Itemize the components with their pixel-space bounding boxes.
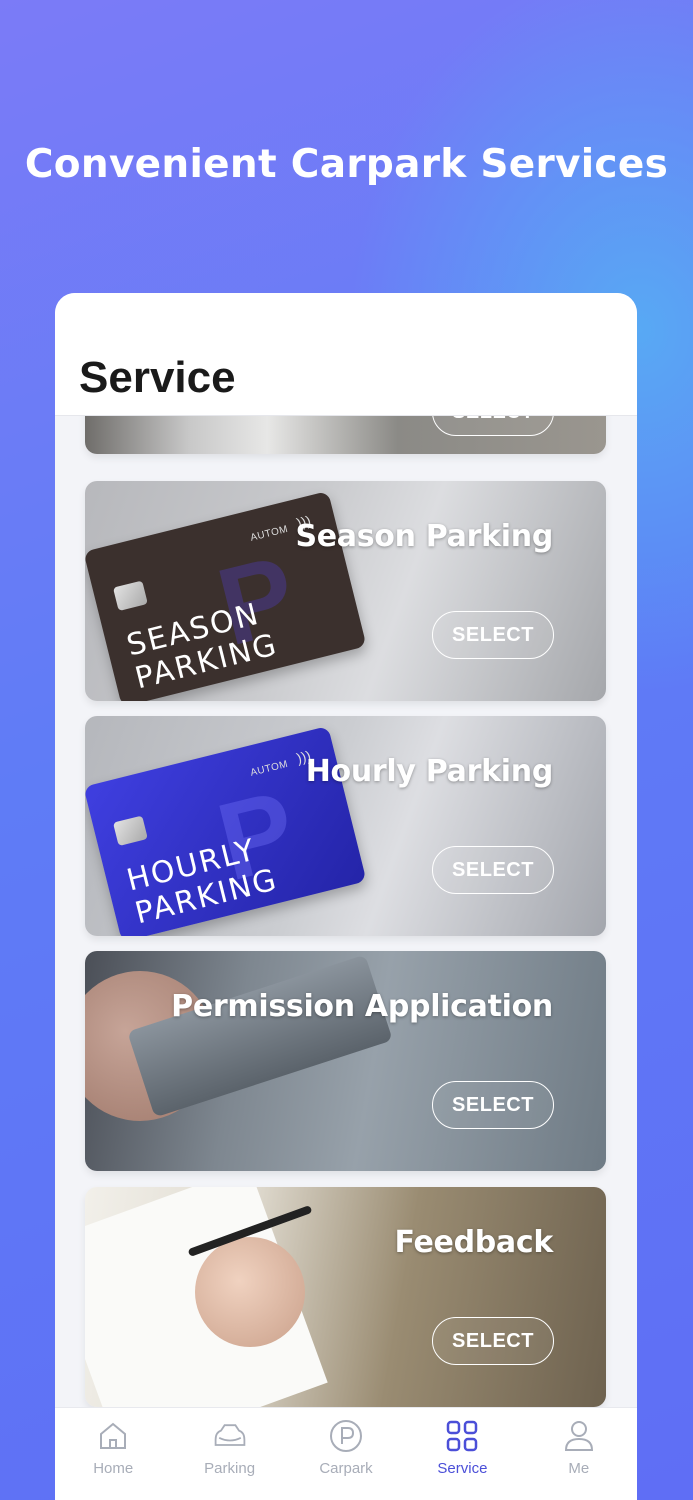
select-button[interactable]: SELECT xyxy=(432,1317,554,1365)
car-icon xyxy=(214,1424,245,1446)
phone-screen: Service SELECT AUTOM ))) P SEASONPARKING… xyxy=(55,293,637,1500)
pass-text: HOURLY PARKING xyxy=(123,832,282,932)
tab-home[interactable]: Home xyxy=(55,1408,171,1500)
tab-service[interactable]: Service xyxy=(404,1408,520,1500)
card-title: Season Parking xyxy=(295,519,553,554)
tab-label: Home xyxy=(93,1460,134,1477)
tab-label: Parking xyxy=(204,1460,256,1477)
tab-me[interactable]: Me xyxy=(521,1408,637,1500)
service-card-feedback[interactable]: Feedback SELECT xyxy=(85,1187,606,1407)
headline: Convenient Carpark Services xyxy=(24,142,669,187)
card-title: Permission Application xyxy=(171,989,553,1024)
tab-parking[interactable]: Parking xyxy=(171,1408,287,1500)
chip-icon xyxy=(112,580,148,612)
tab-label: Carpark xyxy=(319,1460,373,1477)
select-button[interactable]: SELECT xyxy=(432,846,554,894)
person-icon xyxy=(564,1421,593,1451)
card-title: Hourly Parking xyxy=(305,754,554,789)
page-header: Service xyxy=(55,293,637,416)
service-card-hourly-parking[interactable]: AUTOM ))) P HOURLY PARKING Hourly Parking… xyxy=(85,716,606,936)
card-title: Feedback xyxy=(394,1225,554,1260)
pass-text: SEASON PARKING xyxy=(123,596,282,697)
grid-icon xyxy=(447,1420,478,1452)
select-button[interactable]: SELECT xyxy=(432,611,554,659)
parking-p-icon xyxy=(330,1420,363,1452)
select-button[interactable]: SELECT xyxy=(432,1081,554,1129)
service-card-permission-application[interactable]: Permission Application SELECT xyxy=(85,951,606,1171)
page-title: Service xyxy=(79,353,236,402)
tab-label: Service xyxy=(437,1460,488,1477)
tab-carpark[interactable]: Carpark xyxy=(288,1408,404,1500)
bottom-tab-bar: Home Parking Carpark Service Me xyxy=(55,1407,637,1500)
chip-icon xyxy=(112,815,148,847)
home-icon xyxy=(100,1422,127,1449)
tab-label: Me xyxy=(568,1460,590,1477)
service-card-season-parking[interactable]: AUTOM ))) P SEASON PARKING Season Parking… xyxy=(85,481,606,701)
hand-image xyxy=(195,1237,305,1347)
